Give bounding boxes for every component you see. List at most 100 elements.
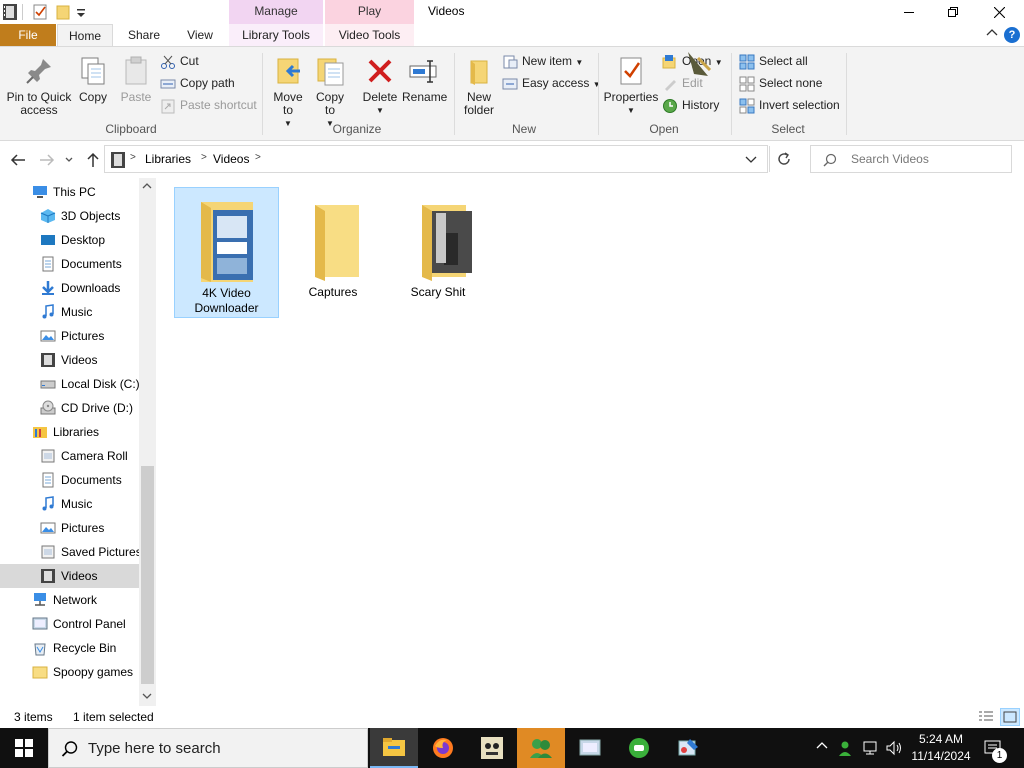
nav-item[interactable]: Downloads <box>0 276 139 300</box>
paste-button[interactable]: Paste <box>118 55 154 104</box>
nav-item[interactable]: Videos <box>0 564 139 588</box>
nav-item[interactable]: Recycle Bin <box>0 636 139 660</box>
nav-item[interactable]: Music <box>0 300 139 324</box>
paste-shortcut-button[interactable]: Paste shortcut <box>160 96 257 116</box>
properties-button[interactable]: Properties ▼ <box>603 55 659 117</box>
new-folder-button[interactable]: New folder <box>459 55 499 117</box>
people-app[interactable] <box>517 728 565 768</box>
ribbon-collapse-icon[interactable] <box>986 27 998 37</box>
file-item[interactable]: Captures <box>281 187 385 300</box>
customize-toolbar-icon[interactable] <box>76 5 94 23</box>
rename-button[interactable]: Rename <box>402 55 447 104</box>
volume-icon[interactable] <box>885 739 903 757</box>
nav-item-label: Downloads <box>61 281 121 295</box>
search-box[interactable]: Search Videos <box>810 145 1012 173</box>
forward-button[interactable] <box>38 151 56 169</box>
nav-item[interactable]: Network <box>0 588 139 612</box>
tab-view[interactable]: View <box>176 24 224 47</box>
nav-item[interactable]: CD Drive (D:) <box>0 396 139 420</box>
select-none-button[interactable]: Select none <box>739 74 822 94</box>
people-tray-icon[interactable] <box>838 739 856 757</box>
nav-item-label: Documents <box>61 473 122 487</box>
search-placeholder: Search Videos <box>851 152 929 166</box>
file-item[interactable]: Scary Shit <box>386 187 490 300</box>
copy-button[interactable]: Copy <box>76 55 110 104</box>
paint-app[interactable] <box>664 728 712 768</box>
easy-access-button[interactable]: Easy access ▼ <box>502 74 601 94</box>
new-folder-quick-icon[interactable] <box>56 3 74 21</box>
nav-item[interactable]: Camera Roll <box>0 444 139 468</box>
cut-button[interactable]: Cut <box>160 52 199 72</box>
nav-item[interactable]: Pictures <box>0 516 139 540</box>
up-button[interactable] <box>84 151 102 169</box>
tab-file[interactable]: File <box>0 24 56 47</box>
copy-icon <box>77 55 109 87</box>
scroll-up-icon[interactable] <box>142 182 152 190</box>
back-arrow-icon <box>10 154 25 166</box>
cursor-overlay-icon <box>684 48 714 78</box>
pin-quick-access-button[interactable]: Pin to Quick access <box>4 55 74 117</box>
nav-item-label: Documents <box>61 257 122 271</box>
green-app[interactable] <box>615 728 663 768</box>
nav-item[interactable]: Libraries <box>0 420 139 444</box>
back-button[interactable] <box>9 151 27 169</box>
nav-item[interactable]: Music <box>0 492 139 516</box>
start-button[interactable] <box>0 728 48 768</box>
nav-item[interactable]: Control Panel <box>0 612 139 636</box>
folder-preview-icon <box>191 194 263 282</box>
new-item-button[interactable]: New item ▼ <box>502 52 583 72</box>
downloads-icon <box>40 280 56 296</box>
tab-video-tools[interactable]: Video Tools <box>325 24 414 47</box>
game-app[interactable] <box>468 728 516 768</box>
copy-path-button[interactable]: Copy path <box>160 74 235 94</box>
select-all-button[interactable]: Select all <box>739 52 808 72</box>
delete-button[interactable]: Delete ▼ <box>360 55 400 117</box>
clock[interactable]: 5:24 AM 11/14/2024 <box>906 731 976 765</box>
nav-item[interactable]: Local Disk (C:) <box>0 372 140 396</box>
close-button[interactable] <box>976 0 1022 24</box>
nav-item[interactable]: Saved Pictures <box>0 540 142 564</box>
nav-item[interactable]: Documents <box>0 468 139 492</box>
restore-button[interactable] <box>930 0 976 24</box>
ribbon-tabs: File Home Share View Library Tools Video… <box>0 24 1024 48</box>
nav-item[interactable]: Spoopy games <box>0 660 139 684</box>
breadcrumb-libraries[interactable]: Libraries <box>145 152 191 166</box>
nav-item[interactable]: 3D Objects <box>0 204 139 228</box>
file-item[interactable]: 4K Video Downloader <box>174 187 279 318</box>
ribbon: Pin to Quick access Copy Paste Cut Copy … <box>0 46 1024 141</box>
scroll-down-icon[interactable] <box>142 692 152 700</box>
breadcrumb-videos[interactable]: Videos <box>213 152 249 166</box>
recent-locations-button[interactable] <box>63 151 75 169</box>
control-panel-app[interactable] <box>566 728 614 768</box>
control-panel-icon <box>579 739 601 756</box>
nav-item[interactable]: Videos <box>0 348 139 372</box>
show-hidden-icons[interactable] <box>816 740 828 752</box>
nav-item[interactable]: Pictures <box>0 324 139 348</box>
help-icon[interactable]: ? <box>1004 27 1020 43</box>
file-explorer-app[interactable] <box>370 728 418 768</box>
tab-library-tools[interactable]: Library Tools <box>229 24 323 47</box>
large-icons-view-icon[interactable] <box>1000 708 1020 726</box>
tab-home[interactable]: Home <box>57 24 113 48</box>
move-to-button[interactable]: Move to ▼ <box>269 55 307 130</box>
tab-share[interactable]: Share <box>118 24 170 47</box>
nav-item[interactable]: This PC <box>0 180 139 204</box>
network-icon[interactable] <box>862 739 880 757</box>
nav-item[interactable]: Desktop <box>0 228 139 252</box>
properties-quick-icon[interactable] <box>32 3 50 21</box>
pin-icon <box>23 55 55 87</box>
history-button[interactable]: History <box>662 96 719 116</box>
details-view-icon[interactable] <box>978 709 994 723</box>
address-dropdown-icon[interactable] <box>745 156 757 164</box>
firefox-app[interactable] <box>419 728 467 768</box>
minimize-button[interactable] <box>886 0 932 24</box>
address-path[interactable]: > Libraries > Videos > <box>104 145 790 173</box>
nav-item[interactable]: Documents <box>0 252 139 276</box>
copy-to-button[interactable]: Copy to ▼ <box>311 55 349 130</box>
paste-shortcut-icon <box>161 99 175 114</box>
taskbar-search[interactable]: Type here to search <box>48 728 368 768</box>
invert-selection-button[interactable]: Invert selection <box>739 96 840 116</box>
scroll-thumb[interactable] <box>141 466 154 684</box>
refresh-icon[interactable] <box>776 151 792 167</box>
nav-scrollbar[interactable] <box>139 178 156 706</box>
